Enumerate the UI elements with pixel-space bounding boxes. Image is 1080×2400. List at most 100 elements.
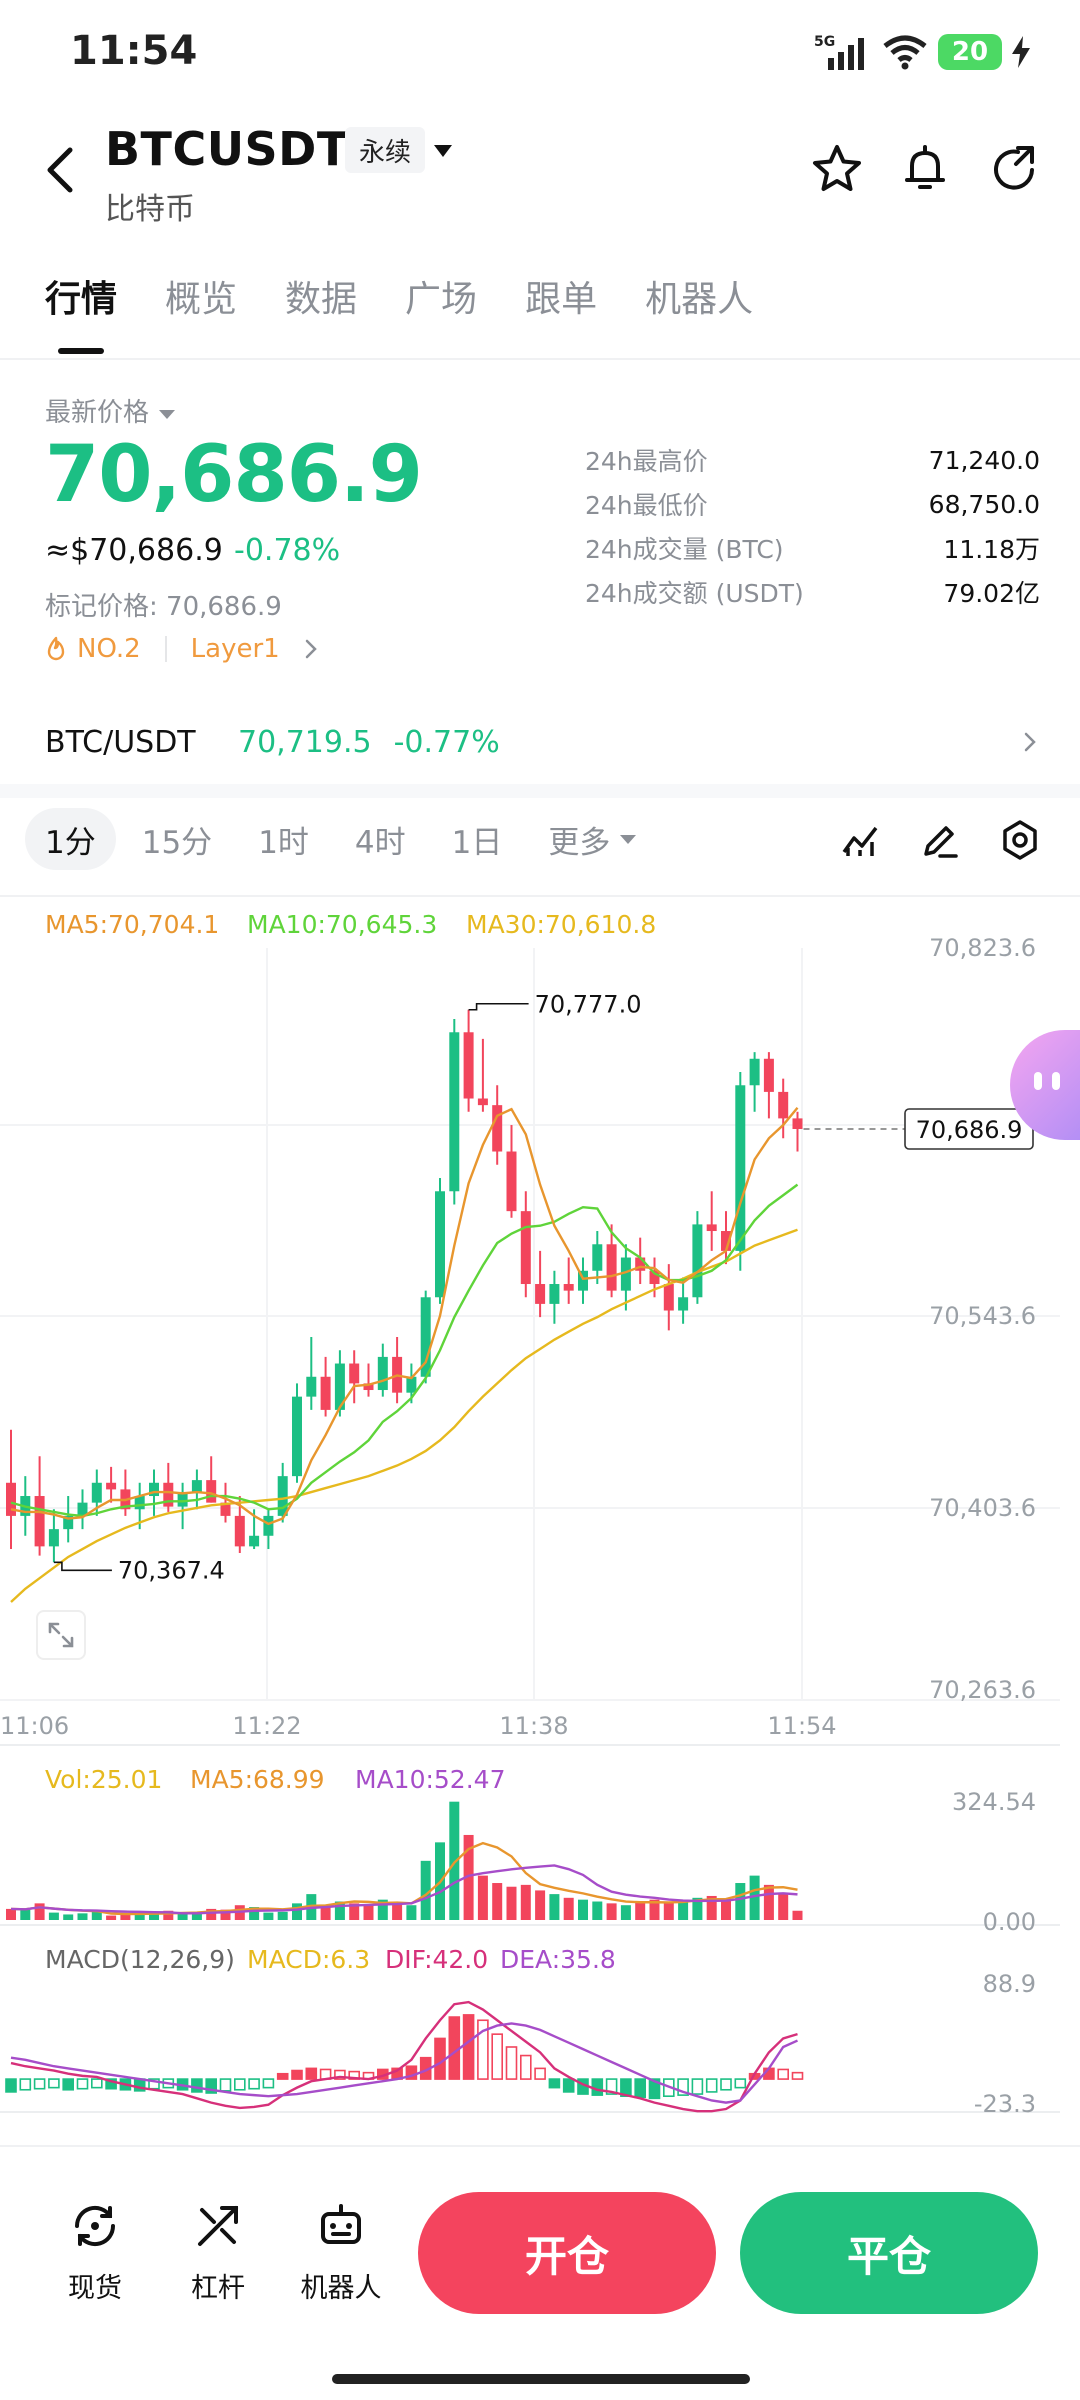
dropdown-caret-icon — [620, 835, 637, 844]
dif-legend: DIF:42.0 — [385, 1945, 488, 1974]
candle-body — [763, 1058, 774, 1092]
separator — [164, 636, 167, 662]
rank-label[interactable]: NO.2 — [77, 634, 141, 664]
candle-body — [692, 1224, 703, 1298]
tab-data[interactable]: 数据 — [285, 270, 357, 322]
spot-price-row[interactable]: BTC/USDT 70,719.5 -0.77% — [45, 720, 1040, 764]
candle-body — [349, 1363, 360, 1384]
timeframe-more[interactable]: 更多 — [528, 808, 658, 870]
indicator-icon[interactable] — [838, 818, 882, 862]
timeframe-1m[interactable]: 1分 — [25, 808, 116, 870]
candle-body — [91, 1482, 102, 1503]
timeframe-4h[interactable]: 4时 — [335, 808, 426, 870]
share-icon[interactable] — [988, 142, 1042, 196]
volume-bar — [592, 1901, 603, 1920]
macd-bar — [505, 2046, 518, 2080]
volume-bar — [20, 1909, 31, 1920]
tab-overview[interactable]: 概览 — [165, 270, 237, 322]
volume-bar — [292, 1903, 302, 1920]
macd-bar — [634, 2078, 647, 2099]
timeframe-more-label: 更多 — [548, 824, 611, 861]
macd-axis-label: -23.3 — [974, 2090, 1036, 2118]
leverage-icon — [198, 2206, 238, 2246]
price-axis-label: 70,263.6 — [929, 1676, 1036, 1704]
volume-bar — [392, 1903, 403, 1920]
category-tag[interactable]: Layer1 — [191, 634, 280, 664]
divider — [0, 2145, 1080, 2147]
current-price-label: 70,686.9 — [916, 1116, 1023, 1144]
volume-bar — [263, 1912, 274, 1920]
contract-type-badge[interactable]: 永续 — [345, 127, 426, 173]
rank-row: NO.2 Layer1 — [45, 634, 322, 664]
stat-row-turnover: 24h成交额 (USDT) 79.02亿 — [585, 570, 1040, 614]
spot-pair: BTC/USDT — [45, 724, 196, 760]
macd-axis-label: 88.9 — [983, 1970, 1036, 1998]
charging-bolt-icon — [1012, 36, 1030, 68]
timeframe-15m[interactable]: 15分 — [122, 808, 232, 870]
candle-body — [535, 1284, 546, 1304]
chevron-right-icon[interactable] — [300, 636, 322, 662]
macd-bar — [519, 2054, 532, 2080]
draw-pencil-icon[interactable] — [918, 818, 962, 862]
macd-bar — [720, 2078, 732, 2091]
macd-bar — [62, 2078, 75, 2091]
volume-bar — [120, 1914, 131, 1920]
candle-body — [377, 1356, 388, 1391]
tab-bot[interactable]: 机器人 — [645, 270, 753, 322]
candle-body — [706, 1224, 717, 1232]
macd-bar — [19, 2078, 32, 2091]
candle-body — [477, 1098, 488, 1106]
chart-grid — [0, 948, 1060, 2113]
symbol-title[interactable]: BTCUSDT — [105, 122, 349, 176]
timeframe-1d[interactable]: 1日 — [432, 808, 523, 870]
vol-axis-label: 324.54 — [952, 1788, 1036, 1816]
nav-bot[interactable]: 机器人 — [286, 2200, 396, 2305]
status-time: 11:54 — [70, 28, 198, 74]
candle-body — [678, 1297, 689, 1311]
macd-bar — [562, 2078, 575, 2093]
candle-body — [292, 1396, 302, 1477]
nav-leverage[interactable]: 杠杆 — [163, 2200, 273, 2305]
back-button[interactable] — [40, 140, 90, 200]
time-axis-label: 11:54 — [767, 1712, 836, 1740]
last-price-selector[interactable]: 最新价格 — [45, 392, 177, 429]
macd-bar — [234, 2078, 246, 2091]
dropdown-caret-icon[interactable] — [432, 140, 454, 162]
macd-bar — [434, 2037, 446, 2080]
price-axis-label: 70,543.6 — [929, 1302, 1036, 1330]
volume-bar — [77, 1913, 88, 1920]
macd-bar — [33, 2078, 46, 2090]
macd-bar — [219, 2078, 232, 2092]
dea-line — [10, 2022, 798, 2104]
favorite-star-icon[interactable] — [810, 142, 864, 196]
ma30-legend: MA30:70,610.8 — [466, 910, 656, 939]
open-position-button[interactable]: 开仓 — [418, 2192, 716, 2314]
candlesticks — [6, 1009, 803, 1563]
close-position-button[interactable]: 平仓 — [740, 2192, 1038, 2314]
candle-body — [34, 1496, 45, 1547]
volume-bar — [578, 1899, 588, 1920]
nav-spot[interactable]: 现货 — [40, 2200, 150, 2305]
alert-bell-icon[interactable] — [898, 142, 952, 196]
wifi-icon — [883, 35, 927, 70]
macd-bar — [734, 2078, 747, 2089]
last-price-label: 最新价格 — [45, 398, 150, 428]
macd-bar — [305, 2067, 318, 2080]
ma10-legend: MA10:70,645.3 — [247, 910, 437, 939]
stat-value: 68,750.0 — [928, 489, 1040, 519]
volume-bar — [678, 1900, 689, 1920]
stat-row-low: 24h最低价 68,750.0 — [585, 482, 1040, 526]
chart-settings-icon[interactable] — [998, 818, 1042, 862]
macd-bar — [691, 2078, 704, 2095]
usd-equivalent: ≈$70,686.9 — [45, 533, 223, 568]
timeframe-1h[interactable]: 1时 — [238, 808, 329, 870]
tab-square[interactable]: 广场 — [405, 270, 477, 322]
kline-chart[interactable]: 70,777.0 70,367.4 70,686.9 MA5:70,704.1 MA… — [0, 895, 1080, 2140]
main-tabs: 行情 概览 数据 广场 跟单 机器人 — [45, 270, 753, 322]
tab-copy-trade[interactable]: 跟单 — [525, 270, 597, 322]
volume-bar — [63, 1914, 74, 1920]
tab-market[interactable]: 行情 — [45, 270, 117, 322]
fullscreen-button[interactable] — [36, 1610, 86, 1660]
macd-bar — [262, 2078, 275, 2089]
macd-bar — [5, 2078, 17, 2093]
